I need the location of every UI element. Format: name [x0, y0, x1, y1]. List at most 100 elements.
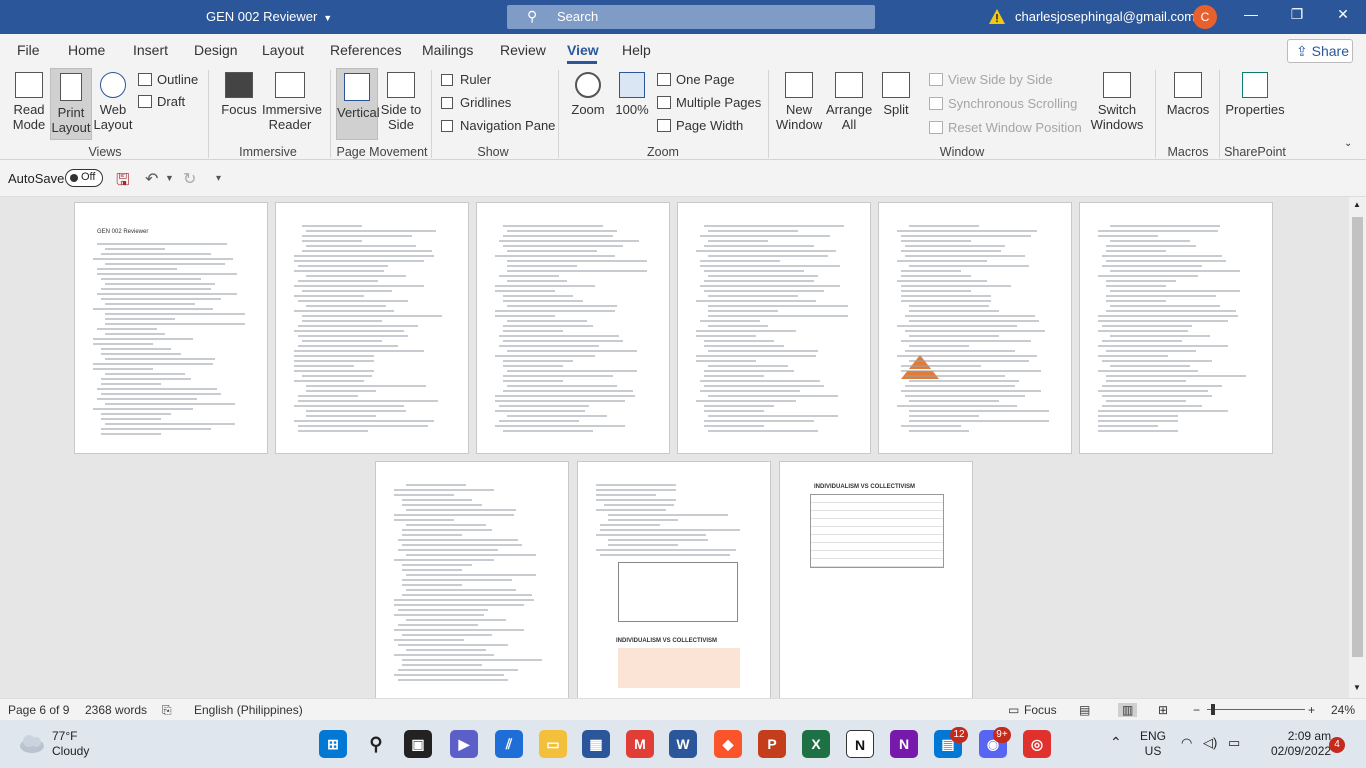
file-explorer-icon[interactable]: ▭	[539, 730, 567, 758]
warning-icon[interactable]	[988, 8, 1006, 26]
focus-button[interactable]: Focus	[218, 72, 260, 117]
tab-home[interactable]: Home	[68, 42, 105, 58]
ruler-checkbox[interactable]: Ruler	[441, 72, 491, 87]
chevron-up-icon[interactable]: ⌃	[1110, 734, 1122, 751]
macros-button[interactable]: Macros	[1162, 72, 1214, 117]
undo-dropdown-icon[interactable]: ▼	[165, 173, 174, 183]
vertical-button[interactable]: Vertical	[336, 68, 380, 140]
tab-help[interactable]: Help	[622, 42, 651, 58]
zoom-slider-thumb[interactable]	[1211, 704, 1215, 715]
split-button[interactable]: Split	[876, 72, 916, 117]
zoom-100-button[interactable]: 100%	[614, 72, 650, 117]
zoom-out-icon[interactable]: −	[1193, 703, 1200, 717]
draft-button[interactable]: Draft	[138, 94, 185, 109]
task-view-icon[interactable]: ▣	[404, 730, 432, 758]
reset-window-position-button[interactable]: Reset Window Position	[929, 120, 1082, 135]
page-thumbnail-5[interactable]	[878, 202, 1072, 454]
wifi-icon[interactable]: ◠	[1181, 735, 1192, 751]
synchronous-scrolling-button[interactable]: Synchronous Scrolling	[929, 96, 1077, 111]
minimize-icon[interactable]: —	[1236, 6, 1266, 22]
tab-view[interactable]: View	[567, 42, 599, 58]
chat-icon[interactable]: ▶	[450, 730, 478, 758]
notification-badge[interactable]: 4	[1329, 737, 1345, 753]
page-thumbnail-8[interactable]: INDIVIDUALISM VS COLLECTIVISM	[577, 461, 771, 698]
read-mode-button[interactable]: Read Mode	[6, 72, 52, 132]
page-thumbnail-3[interactable]	[476, 202, 670, 454]
autosave-toggle[interactable]: Off	[65, 169, 103, 187]
app-icon[interactable]: ⫽	[495, 730, 523, 758]
one-page-button[interactable]: One Page	[657, 72, 735, 87]
mcafee-icon[interactable]: M	[626, 730, 654, 758]
tab-review[interactable]: Review	[500, 42, 546, 58]
redo-icon[interactable]: ↻	[183, 169, 196, 189]
tab-design[interactable]: Design	[194, 42, 238, 58]
tab-insert[interactable]: Insert	[133, 42, 168, 58]
brave-icon[interactable]: ◆	[714, 730, 742, 758]
multiple-pages-button[interactable]: Multiple Pages	[657, 95, 761, 110]
scroll-up-icon[interactable]: ▲	[1353, 200, 1361, 209]
zoom-slider[interactable]	[1207, 709, 1305, 710]
save-icon[interactable]: 🖫	[116, 169, 130, 196]
tab-mailings[interactable]: Mailings	[422, 42, 473, 58]
outline-button[interactable]: Outline	[138, 72, 198, 87]
focus-mode-label[interactable]: Focus	[1024, 703, 1057, 717]
web-layout-view-icon[interactable]: ⊞	[1158, 703, 1168, 717]
volume-icon[interactable]: ◁)	[1203, 735, 1217, 751]
page-width-button[interactable]: Page Width	[657, 118, 743, 133]
close-icon[interactable]: ✕	[1328, 6, 1358, 23]
arrange-all-button[interactable]: Arrange All	[826, 72, 872, 132]
page-thumbnail-9[interactable]: INDIVIDUALISM VS COLLECTIVISM	[779, 461, 973, 698]
scroll-down-icon[interactable]: ▼	[1353, 683, 1361, 692]
page-thumbnail-1[interactable]: GEN 002 Reviewer	[74, 202, 268, 454]
vertical-scrollbar[interactable]: ▲ ▼	[1349, 197, 1366, 698]
powerpoint-icon[interactable]: P	[758, 730, 786, 758]
page-thumbnail-2[interactable]	[275, 202, 469, 454]
start-icon[interactable]: ⊞	[319, 730, 347, 758]
word-icon[interactable]: W	[669, 730, 697, 758]
focus-mode-icon[interactable]: ▭	[1008, 703, 1019, 717]
page-thumbnail-4[interactable]	[677, 202, 871, 454]
side-to-side-button[interactable]: Side to Side	[380, 72, 422, 132]
page-count[interactable]: Page 6 of 9	[8, 703, 69, 717]
tab-layout[interactable]: Layout	[262, 42, 304, 58]
proofing-icon[interactable]: ⎘	[162, 703, 172, 718]
zoom-button[interactable]: Zoom	[566, 72, 610, 117]
share-button[interactable]: ⇪ Share	[1287, 39, 1353, 63]
collapse-ribbon-icon[interactable]: ⌄	[1344, 138, 1352, 149]
zoom-in-icon[interactable]: +	[1308, 703, 1315, 717]
onenote-icon[interactable]: N	[890, 730, 918, 758]
document-area[interactable]: GEN 002 Reviewer INDIVIDUALISM VS COLLEC…	[0, 197, 1349, 698]
customize-toolbar-icon[interactable]: ▾	[216, 173, 221, 184]
tab-file[interactable]: File	[17, 42, 40, 58]
notion-icon[interactable]: N	[846, 730, 874, 758]
store-icon[interactable]: ▦	[582, 730, 610, 758]
battery-icon[interactable]: ▭	[1228, 735, 1240, 751]
account-email[interactable]: charlesjosephingal@gmail.com	[1015, 9, 1195, 24]
properties-button[interactable]: Properties	[1224, 72, 1286, 117]
language-indicator[interactable]: English (Philippines)	[194, 703, 303, 717]
print-layout-button[interactable]: Print Layout	[50, 68, 92, 140]
undo-icon[interactable]: ↶	[145, 169, 158, 189]
language-switcher[interactable]: ENG US	[1140, 729, 1166, 759]
tab-references[interactable]: References	[330, 42, 402, 58]
excel-icon[interactable]: X	[802, 730, 830, 758]
scrollbar-thumb[interactable]	[1352, 217, 1363, 657]
gridlines-checkbox[interactable]: Gridlines	[441, 95, 511, 110]
switch-windows-button[interactable]: Switch Windows	[1086, 72, 1148, 132]
page-thumbnail-6[interactable]	[1079, 202, 1273, 454]
print-layout-view-icon[interactable]: ▥	[1118, 703, 1138, 717]
restore-icon[interactable]: ❐	[1282, 6, 1312, 23]
weather-widget[interactable]: 77°F Cloudy	[52, 729, 89, 759]
document-title[interactable]: GEN 002 Reviewer ▼	[206, 9, 332, 24]
clock[interactable]: 2:09 am 02/09/2022	[1271, 729, 1331, 759]
view-side-by-side-button[interactable]: View Side by Side	[929, 72, 1053, 87]
immersive-reader-button[interactable]: Immersive Reader	[262, 72, 322, 132]
search-box[interactable]: ⚲ Search	[507, 5, 875, 29]
new-window-button[interactable]: New Window	[776, 72, 822, 132]
taskbar-search-icon[interactable]: ⚲	[362, 730, 390, 758]
word-count[interactable]: 2368 words	[85, 703, 147, 717]
web-layout-button[interactable]: Web Layout	[92, 72, 134, 132]
navigation-pane-checkbox[interactable]: Navigation Pane	[441, 118, 555, 133]
avatar[interactable]: C	[1193, 5, 1217, 29]
screen-recorder-icon[interactable]: ◎	[1023, 730, 1051, 758]
